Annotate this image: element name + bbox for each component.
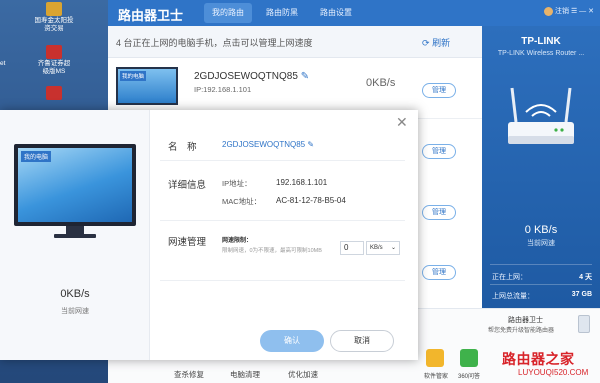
menu-icon[interactable]: ☰ [571, 8, 577, 15]
mac-label: MAC地址： [222, 197, 262, 206]
name-label: 名 称 [168, 142, 197, 153]
watermark-url: LUYOUQI520.COM [518, 368, 589, 377]
device-ip: IP:192.168.1.101 [194, 85, 252, 94]
router-speed-label: 当前网速 [527, 240, 555, 247]
desktop-icon-guoshou[interactable]: 国寿金太阳投 资交易 [2, 2, 106, 33]
desktop-icon-label: 国寿金太阳投 [34, 17, 74, 24]
app-icon [46, 86, 62, 100]
ip-value: 192.168.1.101 [276, 178, 328, 187]
promo-title: 路由器卫士 [508, 317, 543, 324]
divider [490, 284, 592, 285]
promo-subtitle: 帮您免费升级智能路由器 [488, 328, 555, 334]
desktop-text: et [0, 60, 6, 67]
minimize-icon[interactable]: — [579, 8, 586, 15]
desktop-icon-label: 资交易 [44, 25, 64, 32]
online-label: 正在上网： [492, 274, 527, 281]
promo-router-icon [578, 315, 590, 333]
dialog-device-panel: 我的电脑 0KB/s 当前网速 [0, 110, 150, 360]
avatar[interactable] [544, 6, 554, 16]
tool-scan-repair[interactable]: 查杀修复 [174, 369, 204, 380]
tool-optimize[interactable]: 优化加速 [288, 369, 318, 380]
divider [160, 160, 405, 161]
desktop-icon-qilu[interactable]: 齐鲁证券超 级版MS [2, 45, 106, 76]
manage-button[interactable]: 管理 [422, 83, 456, 98]
desktop-icon-label: 齐鲁证券超 [37, 60, 71, 67]
speed-mgmt-label: 网速管理 [168, 237, 207, 248]
traffic-value: 37 GB [571, 291, 592, 298]
desktop-icon-label: 级版MS [42, 68, 66, 75]
speed-limit-input[interactable]: 0 [340, 241, 364, 255]
window-controls: 注销 ☰ — ✕ [544, 6, 594, 16]
desktop-icon-app[interactable] [2, 86, 106, 101]
refresh-label: 刷新 [432, 38, 451, 48]
monitor-base [54, 234, 96, 238]
speed-unit-select[interactable]: KB/s ⌄ [366, 241, 400, 255]
manage-button[interactable]: 管理 [422, 205, 456, 220]
my-computer-tag: 我的电脑 [21, 151, 52, 162]
device-name-value: 2GDJOSEWOQTNQ85 ✎ [222, 140, 315, 149]
speed-limit-hint: 限制网速，0为不限速，最高可限制10MB [222, 248, 322, 254]
watermark-logo: 路由器之家 [502, 351, 575, 367]
software-manager-icon[interactable] [426, 349, 444, 367]
confirm-button[interactable]: 确认 [260, 330, 324, 352]
monitor-stand [66, 226, 84, 234]
router-model: TP-LINK [521, 36, 561, 47]
info-text: 4 台正在上网的电脑手机，点击可以管理上网速度 [116, 38, 313, 48]
traffic-label: 上网总流量： [492, 293, 534, 300]
edit-icon[interactable]: ✎ [307, 140, 314, 149]
router-icon [508, 87, 574, 144]
online-value: 4 天 [579, 274, 592, 281]
dialog-speed: 0KB/s [60, 288, 90, 300]
manage-button[interactable]: 管理 [422, 265, 456, 280]
app-header: 路由器卫士 我的路由 路由防黑 路由设置 注销 ☰ — ✕ [108, 0, 600, 26]
tab-router-settings[interactable]: 路由设置 [312, 3, 360, 23]
computer-icon: 我的电脑 [116, 67, 178, 105]
divider [160, 280, 405, 281]
ip-label: IP地址： [222, 179, 252, 188]
close-icon[interactable]: ✕ [396, 114, 408, 131]
cancel-button[interactable]: 取消 [330, 330, 394, 352]
router-speed: 0 KB/s [524, 224, 558, 236]
qa-label: 360问答 [458, 374, 481, 380]
dialog-speed-label: 当前网速 [61, 308, 89, 315]
tool-pc-clean[interactable]: 电脑清理 [230, 369, 260, 380]
tab-my-router[interactable]: 我的路由 [204, 3, 252, 23]
mac-value: AC-81-12-78-B5-04 [276, 196, 346, 205]
refresh-button[interactable]: ⟳ 刷新 [422, 36, 450, 49]
software-manager-label: 软件管家 [424, 374, 449, 380]
divider [160, 220, 405, 221]
app-icon [46, 45, 62, 59]
detail-label: 详细信息 [168, 180, 207, 191]
computer-icon: 我的电脑 [14, 144, 136, 226]
refresh-icon: ⟳ [422, 38, 430, 48]
app-icon [46, 2, 62, 16]
edit-icon[interactable]: ✎ [301, 71, 309, 82]
my-computer-tag: 我的电脑 [120, 71, 147, 81]
device-detail-dialog: 我的电脑 0KB/s 当前网速 ✕ 名 称 2GDJOSEWOQTNQ85 ✎ … [0, 110, 418, 360]
device-speed: 0KB/s [366, 77, 396, 89]
qa-icon[interactable] [460, 349, 478, 367]
account-link[interactable]: 注销 [555, 8, 569, 15]
tab-router-antihack[interactable]: 路由防黑 [258, 3, 306, 23]
app-title: 路由器卫士 [118, 8, 184, 23]
device-name: 2GDJOSEWOQTNQ85 ✎ [194, 71, 310, 82]
close-icon[interactable]: ✕ [588, 8, 594, 15]
divider [490, 264, 592, 265]
info-bar: 4 台正在上网的电脑手机，点击可以管理上网速度 ⟳ 刷新 [108, 26, 482, 58]
router-ssid: TP-LINK Wireless Router ... [497, 50, 585, 57]
router-panel: TP-LINK TP-LINK Wireless Router ... 0 KB… [482, 26, 600, 308]
chevron-down-icon: ⌄ [390, 245, 396, 251]
speed-unit-value: KB/s [370, 245, 383, 251]
speed-limit-title: 网速限制： [222, 238, 253, 244]
manage-button[interactable]: 管理 [422, 144, 456, 159]
